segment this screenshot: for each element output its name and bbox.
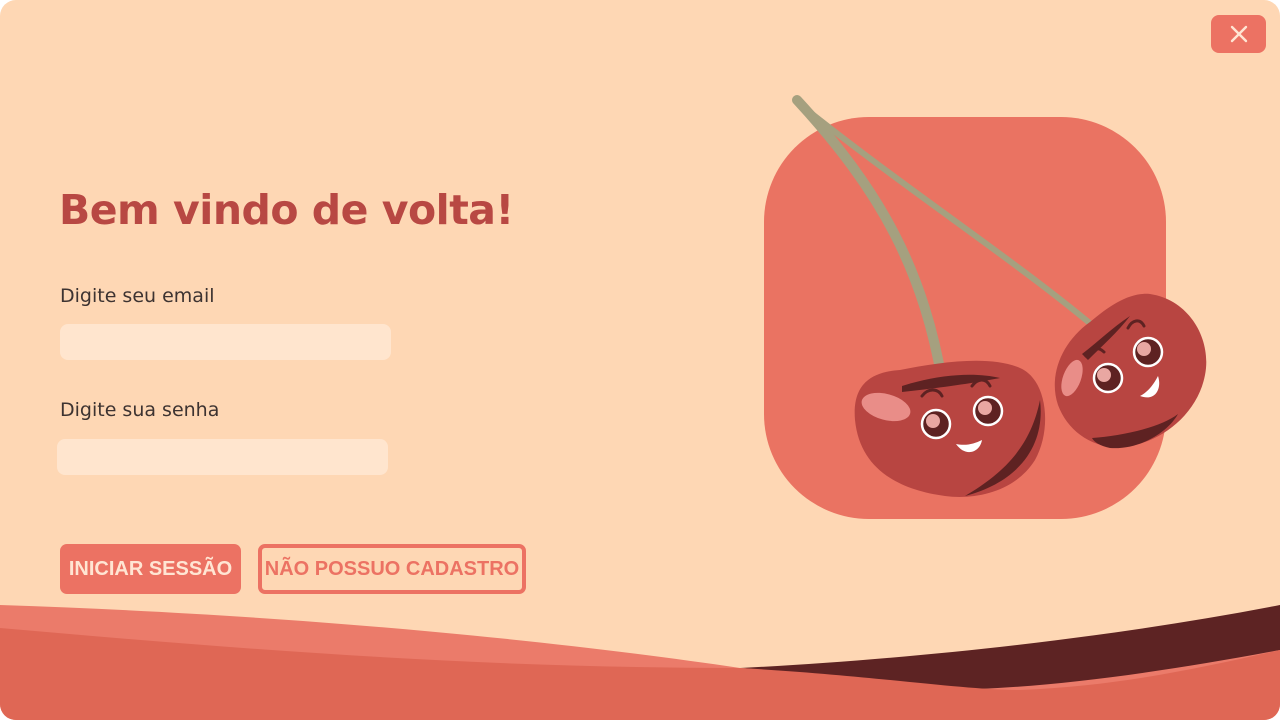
login-button[interactable]: INICIAR SESSÃO xyxy=(60,544,241,594)
page-title: Bem vindo de volta! xyxy=(59,186,514,234)
email-field[interactable] xyxy=(60,324,391,360)
login-window: Bem vindo de volta! Digite seu email Dig… xyxy=(0,0,1280,720)
decorative-waves xyxy=(0,605,1280,720)
email-label: Digite seu email xyxy=(60,285,215,307)
close-button[interactable] xyxy=(1211,15,1266,53)
password-label: Digite sua senha xyxy=(60,399,220,421)
password-field[interactable] xyxy=(57,439,388,475)
register-button[interactable]: NÃO POSSUO CADASTRO xyxy=(258,544,526,594)
close-icon xyxy=(1230,25,1247,43)
cherry-illustration xyxy=(764,95,1207,519)
